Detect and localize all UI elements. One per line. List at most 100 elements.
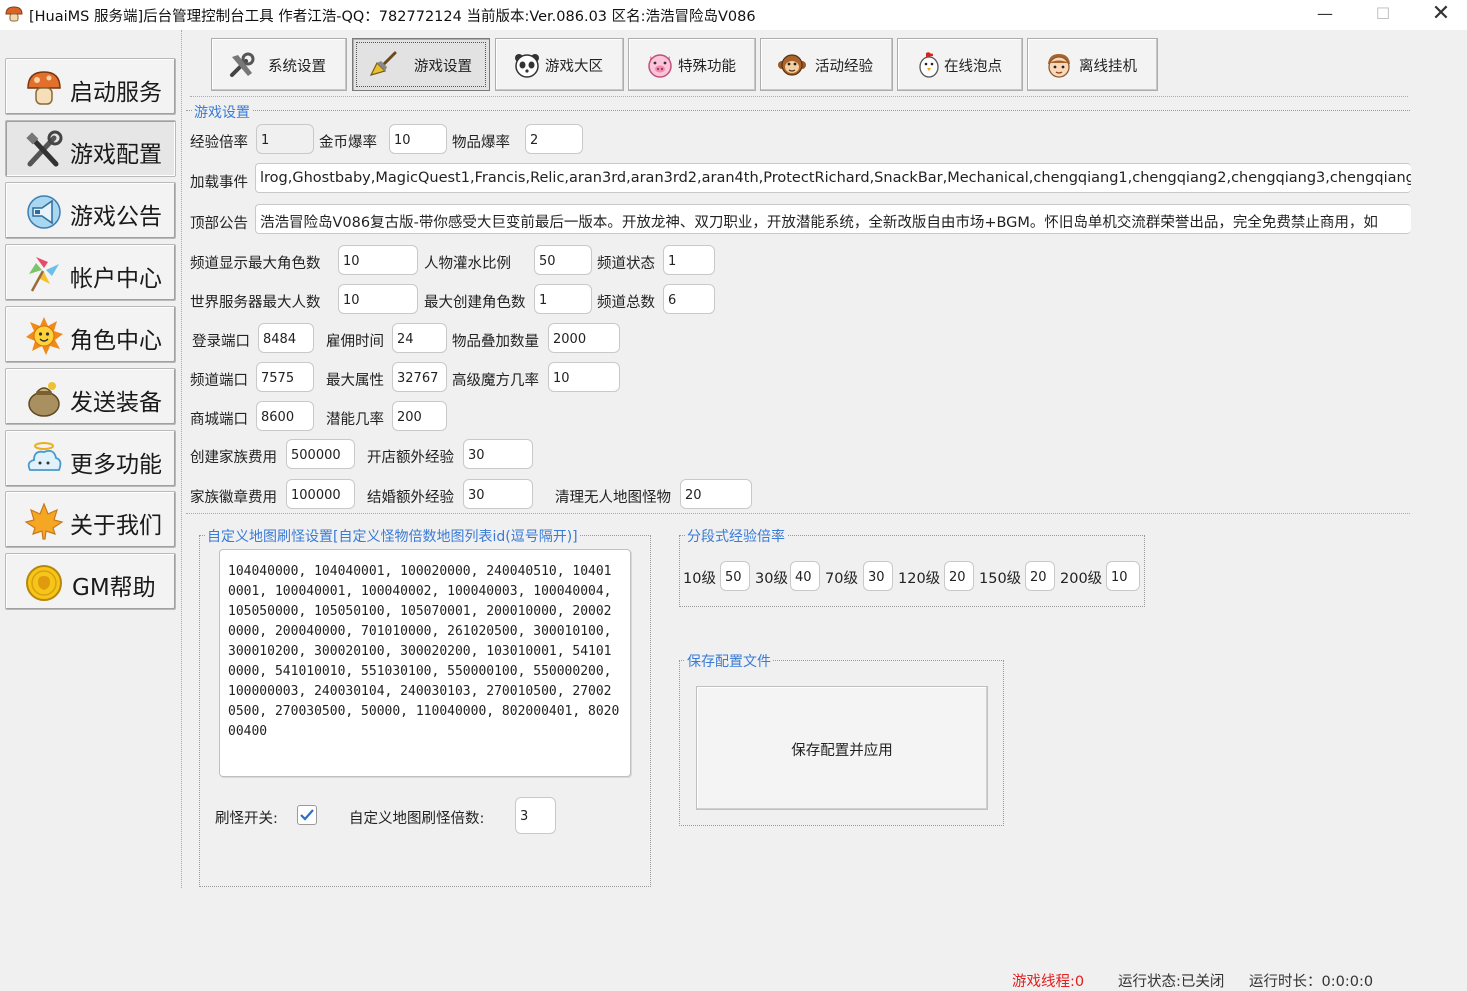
tier-rate-input[interactable]: 20 bbox=[944, 561, 974, 591]
channel-total-input[interactable]: 6 bbox=[663, 284, 715, 314]
tab-label: 特殊功能 bbox=[678, 59, 736, 75]
exp-rate-input[interactable]: 1 bbox=[256, 124, 314, 154]
map-id-line: 300010200, 300020100, 300020200, 1030100… bbox=[228, 644, 612, 659]
tier-level-label: 120级 bbox=[898, 571, 941, 587]
load-events-input[interactable]: lrog,Ghostbaby,MagicQuest1,Francis,Relic… bbox=[255, 163, 1411, 193]
tabs-divider bbox=[190, 96, 1408, 97]
game-threads-status: 游戏线程:0 bbox=[1012, 974, 1085, 990]
sidebar-item-label: 角色中心 bbox=[70, 328, 162, 354]
map-id-list-textarea[interactable]: 104040000, 104040001, 100020000, 2400405… bbox=[219, 549, 631, 777]
login-port-input[interactable]: 8484 bbox=[258, 323, 314, 353]
tab-label: 游戏设置 bbox=[414, 59, 472, 75]
save-and-apply-button[interactable]: 保存配置并应用 bbox=[696, 686, 988, 810]
max-create-chars-label: 最大创建角色数 bbox=[424, 295, 526, 311]
save-config-title: 保存配置文件 bbox=[685, 651, 773, 671]
shop-port-label: 商城端口 bbox=[190, 412, 248, 428]
tier-rate-input[interactable]: 10 bbox=[1106, 561, 1140, 591]
title-bar: [HuaiMS 服务端]后台管理控制台工具 作者江浩-QQ：782772124 … bbox=[0, 0, 1467, 30]
sidebar-item-send-equipment[interactable]: 发送装备 bbox=[5, 368, 176, 425]
window-title: [HuaiMS 服务端]后台管理控制台工具 作者江浩-QQ：782772124 … bbox=[29, 9, 756, 25]
tab-online-points[interactable]: 在线泡点 bbox=[897, 38, 1023, 91]
shop-exp-input[interactable]: 30 bbox=[463, 439, 533, 469]
sidebar-item-label: 游戏配置 bbox=[70, 142, 162, 168]
max-create-chars-input[interactable]: 1 bbox=[534, 284, 592, 314]
channel-total-label: 频道总数 bbox=[597, 295, 655, 311]
item-rate-input[interactable]: 2 bbox=[525, 124, 583, 154]
map-id-line: 100000003, 240030104, 240030103, 2700105… bbox=[228, 684, 612, 699]
panda-icon bbox=[515, 54, 539, 78]
sidebar-item-game-config[interactable]: 游戏配置 bbox=[5, 120, 176, 177]
maximize-button[interactable]: ☐ bbox=[1354, 0, 1412, 30]
sidebar-item-start-service[interactable]: 启动服务 bbox=[5, 58, 176, 115]
sidebar-item-character-center[interactable]: 角色中心 bbox=[5, 306, 176, 363]
potential-input[interactable]: 200 bbox=[392, 401, 447, 431]
sidebar-separator bbox=[181, 30, 182, 888]
run-time-status: 运行时长：0:0:0:0 bbox=[1249, 974, 1374, 990]
map-id-line: 0000, 541010010, 551030100, 550000100, 5… bbox=[228, 664, 612, 679]
map-id-line: 105050000, 105050100, 105070001, 2000100… bbox=[228, 604, 612, 619]
clear-mobs-label: 清理无人地图怪物 bbox=[555, 490, 671, 506]
spawn-switch-checkbox[interactable] bbox=[297, 805, 317, 825]
tier-rate-input[interactable]: 20 bbox=[1025, 561, 1055, 591]
pinwheel-icon bbox=[29, 257, 59, 292]
item-rate-label: 物品爆率 bbox=[452, 135, 510, 151]
sidebar-item-more-features[interactable]: 更多功能 bbox=[5, 430, 176, 487]
tier-rate-input[interactable]: 30 bbox=[863, 561, 893, 591]
tab-label: 系统设置 bbox=[268, 59, 326, 75]
world-max-players-label: 世界服务器最大人数 bbox=[190, 295, 321, 311]
char-water-input[interactable]: 50 bbox=[534, 245, 592, 275]
run-state-status: 运行状态:已关闭 bbox=[1118, 974, 1225, 990]
sidebar-item-game-notice[interactable]: 游戏公告 bbox=[5, 182, 176, 239]
channel-max-chars-input[interactable]: 10 bbox=[338, 245, 418, 275]
tab-offline-afk[interactable]: 离线挂机 bbox=[1027, 38, 1158, 91]
sidebar-item-label: GM帮助 bbox=[72, 575, 156, 601]
exp-rate-label: 经验倍率 bbox=[190, 135, 248, 151]
world-max-players-input[interactable]: 10 bbox=[338, 284, 418, 314]
tab-system-settings[interactable]: 系统设置 bbox=[211, 38, 347, 91]
sidebar-item-about-us[interactable]: 关于我们 bbox=[5, 491, 176, 548]
tier-level-label: 70级 bbox=[825, 571, 858, 587]
channel-port-label: 频道端口 bbox=[190, 373, 248, 389]
top-notice-input[interactable]: 浩浩冒险岛V086复古版-带你感受大巨变前最后一版本。开放龙神、双刀职业，开放潜… bbox=[255, 204, 1411, 234]
channel-status-input[interactable]: 1 bbox=[663, 245, 715, 275]
multiplier-input[interactable]: 3 bbox=[515, 797, 556, 834]
adv-cube-input[interactable]: 10 bbox=[548, 362, 620, 392]
max-attr-input[interactable]: 32767 bbox=[392, 362, 447, 392]
shop-port-input[interactable]: 8600 bbox=[256, 401, 314, 431]
sidebar-item-label: 更多功能 bbox=[70, 452, 162, 478]
item-stack-input[interactable]: 2000 bbox=[548, 323, 620, 353]
map-id-line: 00400 bbox=[228, 724, 268, 739]
channel-port-input[interactable]: 7575 bbox=[256, 362, 314, 392]
minimize-button[interactable]: — bbox=[1296, 0, 1354, 30]
monkey-icon bbox=[778, 54, 806, 76]
tier-rate-input[interactable]: 40 bbox=[790, 561, 820, 591]
guild-emblem-input[interactable]: 100000 bbox=[286, 479, 355, 509]
tier-rate-input[interactable]: 50 bbox=[720, 561, 750, 591]
tab-game-settings[interactable]: 游戏设置 bbox=[352, 38, 490, 91]
channel-max-chars-label: 频道显示最大角色数 bbox=[190, 256, 321, 272]
close-button[interactable]: ✕ bbox=[1412, 0, 1467, 30]
clear-mobs-input[interactable]: 20 bbox=[680, 479, 752, 509]
sidebar-item-gm-help[interactable]: GM帮助 bbox=[5, 553, 176, 610]
guild-create-input[interactable]: 500000 bbox=[286, 439, 355, 469]
level-exp-title: 分段式经验倍率 bbox=[685, 526, 787, 546]
coin-icon bbox=[26, 565, 62, 601]
sun-icon bbox=[26, 317, 63, 355]
hire-time-input[interactable]: 24 bbox=[392, 323, 447, 353]
bag-icon bbox=[28, 382, 60, 417]
chicken-icon bbox=[919, 52, 939, 78]
sidebar-item-account-center[interactable]: 帐户中心 bbox=[5, 244, 176, 301]
marriage-exp-input[interactable]: 30 bbox=[463, 479, 533, 509]
hire-time-label: 雇佣时间 bbox=[326, 334, 384, 350]
tab-special-features[interactable]: 特殊功能 bbox=[628, 38, 756, 91]
multiplier-label: 自定义地图刷怪倍数: bbox=[349, 811, 485, 827]
gold-rate-input[interactable]: 10 bbox=[389, 124, 447, 154]
tier-level-label: 150级 bbox=[979, 571, 1022, 587]
tab-event-exp[interactable]: 活动经验 bbox=[760, 38, 893, 91]
tab-game-zone[interactable]: 游戏大区 bbox=[495, 38, 624, 91]
sidebar-item-label: 启动服务 bbox=[70, 80, 162, 106]
save-button-label: 保存配置并应用 bbox=[791, 743, 893, 759]
load-events-label: 加载事件 bbox=[190, 175, 248, 191]
item-stack-label: 物品叠加数量 bbox=[452, 334, 539, 350]
max-attr-label: 最大属性 bbox=[326, 373, 384, 389]
